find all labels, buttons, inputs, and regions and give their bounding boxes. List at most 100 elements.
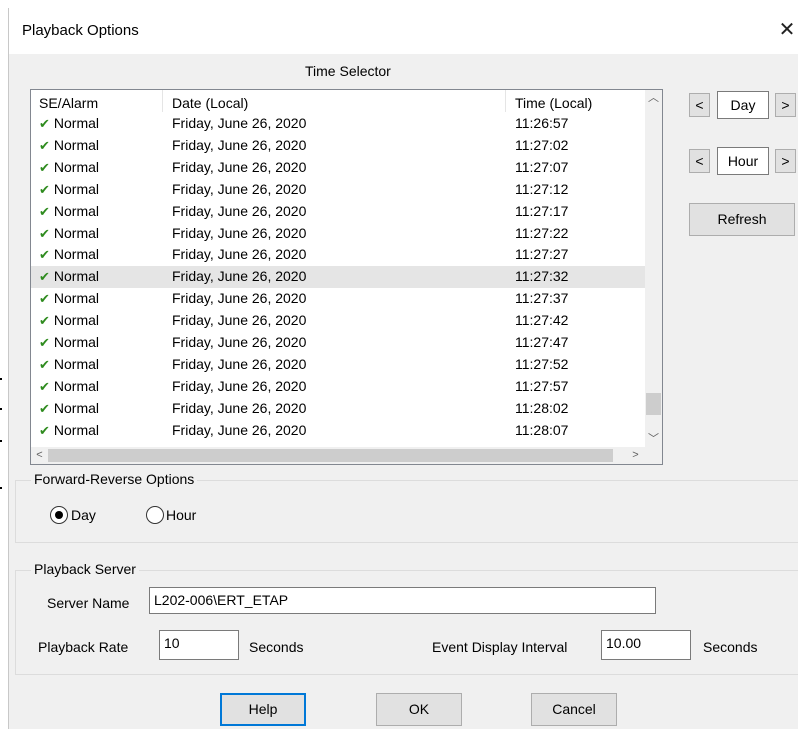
- day-next-button[interactable]: >: [775, 93, 796, 117]
- status-cell: ✔ Normal: [39, 244, 99, 266]
- status-text: Normal: [53, 334, 100, 350]
- time-cell: 11:27:37: [515, 290, 569, 307]
- table-row[interactable]: ✔ Normal Friday, June 26, 2020 11:27:07: [31, 157, 648, 179]
- vertical-scrollbar[interactable]: ︿ ﹀: [645, 90, 662, 448]
- date-cell: Friday, June 26, 2020: [172, 136, 307, 153]
- radio-day-label[interactable]: Day: [71, 507, 96, 523]
- cancel-button[interactable]: Cancel: [531, 693, 617, 726]
- table-row[interactable]: ✔ Normal Friday, June 26, 2020 11:27:47: [31, 332, 648, 354]
- checkmark-icon: ✔: [39, 291, 50, 307]
- radio-hour[interactable]: [146, 506, 164, 524]
- edge-mark: [0, 487, 2, 489]
- column-header-se-alarm[interactable]: SE/Alarm: [39, 95, 98, 111]
- hour-prev-button[interactable]: <: [689, 149, 710, 173]
- table-row[interactable]: ✔ Normal Friday, June 26, 2020 11:26:57: [31, 113, 648, 135]
- date-cell: Friday, June 26, 2020: [172, 246, 307, 263]
- date-cell: Friday, June 26, 2020: [172, 334, 307, 350]
- refresh-button[interactable]: Refresh: [689, 203, 795, 236]
- title-bar: Playback Options ✕: [9, 8, 798, 54]
- date-cell: Friday, June 26, 2020: [172, 421, 307, 438]
- hour-next-button[interactable]: >: [775, 149, 796, 173]
- status-cell: ✔ Normal: [39, 398, 99, 420]
- table-row[interactable]: ✔ Normal Friday, June 26, 2020 11:27:12: [31, 179, 648, 201]
- column-separator[interactable]: [505, 90, 506, 112]
- status-text: Normal: [53, 290, 100, 307]
- time-cell: 11:27:12: [515, 180, 569, 197]
- status-cell: ✔ Normal: [39, 157, 99, 179]
- checkmark-icon: ✔: [39, 116, 50, 131]
- status-text: Normal: [53, 224, 100, 241]
- status-cell: ✔ Normal: [39, 179, 99, 201]
- table-row[interactable]: ✔ Normal Friday, June 26, 2020 11:27:42: [31, 310, 648, 332]
- time-selector-label: Time Selector: [305, 63, 391, 79]
- table-row[interactable]: ✔ Normal Friday, June 26, 2020 11:28:07: [31, 420, 648, 442]
- status-cell: ✔ Normal: [39, 354, 99, 376]
- checkmark-icon: ✔: [39, 400, 50, 416]
- status-cell: ✔ Normal: [39, 288, 99, 310]
- vertical-scroll-thumb[interactable]: [646, 393, 661, 415]
- time-cell: 11:27:47: [515, 334, 569, 350]
- table-row[interactable]: ✔ Normal Friday, June 26, 2020 11:28:02: [31, 398, 648, 420]
- date-cell: Friday, June 26, 2020: [172, 224, 307, 241]
- close-icon[interactable]: ✕: [775, 18, 798, 44]
- playback-options-dialog: Playback Options ✕ Time Selector SE/Alar…: [8, 8, 798, 729]
- table-row[interactable]: ✔ Normal Friday, June 26, 2020 11:27:02: [31, 135, 648, 157]
- table-row[interactable]: ✔ Normal Friday, June 26, 2020 11:27:22: [31, 223, 648, 245]
- playback-rate-unit: Seconds: [249, 639, 304, 655]
- time-cell: 11:27:57: [515, 377, 569, 394]
- status-text: Normal: [53, 312, 100, 329]
- table-row[interactable]: ✔ Normal Friday, June 26, 2020 11:27:17: [31, 201, 648, 223]
- table-row[interactable]: ✔ Normal Friday, June 26, 2020 11:27:32: [31, 266, 648, 289]
- ok-button[interactable]: OK: [376, 693, 462, 726]
- time-cell: 11:27:17: [515, 202, 569, 219]
- table-row[interactable]: ✔ Normal Friday, June 26, 2020 11:27:37: [31, 288, 648, 310]
- checkmark-icon: ✔: [39, 378, 50, 394]
- status-cell: ✔ Normal: [39, 376, 99, 398]
- checkmark-icon: ✔: [39, 137, 50, 153]
- horizontal-scrollbar[interactable]: < >: [31, 447, 662, 464]
- column-separator[interactable]: [162, 90, 163, 112]
- scroll-up-icon[interactable]: ︿: [645, 90, 662, 107]
- status-cell: ✔ Normal: [39, 266, 99, 288]
- playback-server-title: Playback Server: [31, 561, 139, 577]
- status-text: Normal: [53, 180, 100, 197]
- checkmark-icon: ✔: [39, 181, 50, 197]
- checkmark-icon: ✔: [39, 247, 50, 263]
- scroll-right-icon[interactable]: >: [627, 447, 644, 464]
- date-cell: Friday, June 26, 2020: [172, 202, 307, 219]
- server-name-field[interactable]: L202-006\ERT_ETAP: [149, 587, 656, 614]
- scroll-left-icon[interactable]: <: [31, 447, 48, 464]
- date-cell: Friday, June 26, 2020: [172, 180, 307, 197]
- time-cell: 11:27:22: [515, 224, 569, 241]
- column-header-time[interactable]: Time (Local): [515, 95, 592, 111]
- checkmark-icon: ✔: [39, 335, 50, 350]
- day-display[interactable]: Day: [717, 91, 769, 119]
- status-text: Normal: [53, 202, 100, 219]
- radio-hour-label[interactable]: Hour: [166, 507, 196, 523]
- checkmark-icon: ✔: [39, 269, 50, 285]
- status-cell: ✔ Normal: [39, 201, 99, 223]
- status-cell: ✔ Normal: [39, 135, 99, 157]
- playback-rate-label: Playback Rate: [38, 639, 129, 655]
- day-prev-button[interactable]: <: [689, 93, 710, 117]
- checkmark-icon: ✔: [39, 356, 50, 372]
- date-cell: Friday, June 26, 2020: [172, 268, 307, 285]
- table-row[interactable]: ✔ Normal Friday, June 26, 2020 11:27:57: [31, 376, 648, 398]
- forward-reverse-title: Forward-Reverse Options: [31, 471, 198, 487]
- list-header: SE/Alarm Date (Local) Time (Local): [31, 90, 648, 112]
- table-row[interactable]: ✔ Normal Friday, June 26, 2020 11:27:27: [31, 244, 648, 266]
- scroll-down-icon[interactable]: ﹀: [645, 431, 662, 448]
- time-selector-list[interactable]: SE/Alarm Date (Local) Time (Local) ✔ Norm…: [30, 89, 663, 465]
- column-header-date[interactable]: Date (Local): [172, 95, 248, 111]
- playback-rate-field[interactable]: 10: [159, 630, 239, 660]
- help-button[interactable]: Help: [220, 693, 306, 726]
- table-row[interactable]: ✔ Normal Friday, June 26, 2020 11:27:52: [31, 354, 648, 376]
- event-display-interval-field[interactable]: 10.00: [601, 630, 691, 660]
- time-cell: 11:27:07: [515, 158, 569, 175]
- edge-mark: [0, 378, 2, 380]
- horizontal-scroll-thumb[interactable]: [48, 449, 613, 462]
- radio-day[interactable]: [50, 506, 68, 524]
- status-cell: ✔ Normal: [39, 113, 99, 135]
- hour-display[interactable]: Hour: [717, 147, 769, 175]
- status-cell: ✔ Normal: [39, 332, 99, 354]
